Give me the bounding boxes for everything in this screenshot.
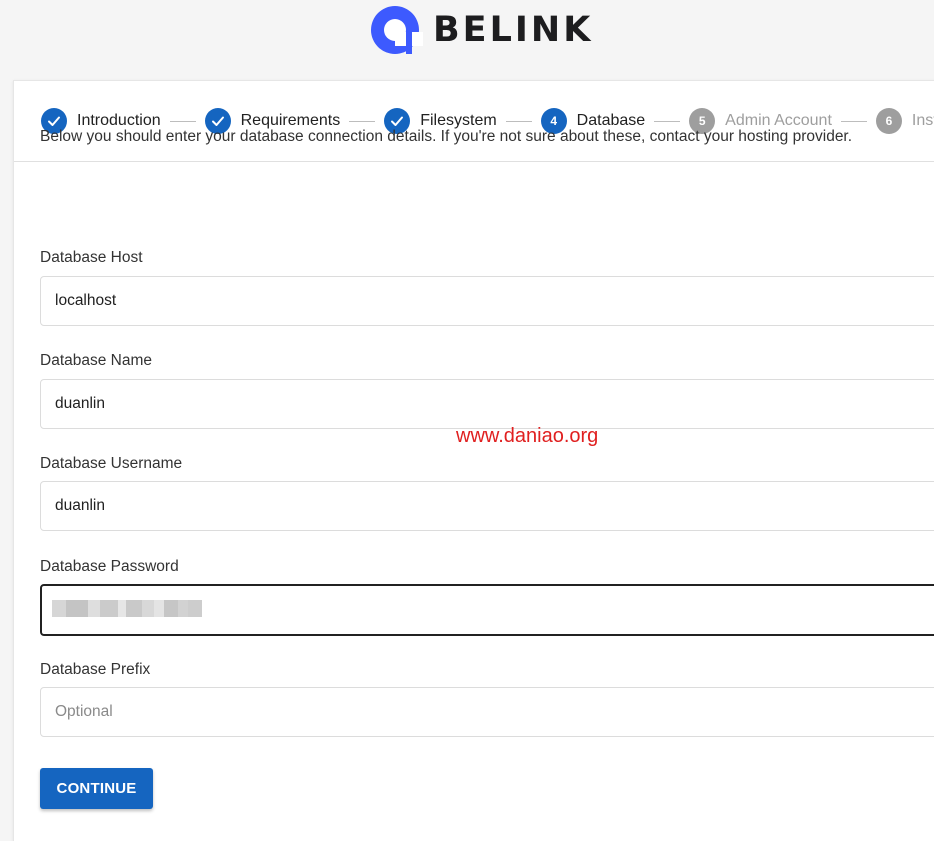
step-install: 6 Insta xyxy=(875,108,934,134)
step-connector xyxy=(505,120,532,122)
step-connector xyxy=(349,120,376,122)
brand-name: BELINK xyxy=(433,9,594,50)
database-prefix-input[interactable] xyxy=(40,687,934,737)
database-password-label: Database Password xyxy=(40,558,179,575)
step-number: 6 xyxy=(875,108,902,134)
install-stepper: Introduction Requirements Filesystem 4 D… xyxy=(14,81,934,162)
continue-button[interactable]: CONTINUE xyxy=(40,768,153,809)
step-connector xyxy=(840,120,867,122)
database-host-label: Database Host xyxy=(40,249,143,266)
brand-logo: BELINK xyxy=(367,2,593,58)
database-name-input[interactable] xyxy=(40,379,934,429)
redacted-password-blur xyxy=(52,600,202,617)
database-username-label: Database Username xyxy=(40,455,183,472)
watermark-text: www.daniao.org xyxy=(456,425,599,447)
database-username-input[interactable] xyxy=(40,481,934,531)
database-name-label: Database Name xyxy=(40,352,153,369)
form-intro: Below you should enter your database con… xyxy=(40,128,853,145)
step-label: Insta xyxy=(911,112,934,129)
logo-mark-icon xyxy=(371,6,423,54)
step-connector xyxy=(654,120,681,122)
database-prefix-label: Database Prefix xyxy=(40,661,151,678)
step-connector xyxy=(169,120,196,122)
database-host-input[interactable] xyxy=(40,276,934,326)
